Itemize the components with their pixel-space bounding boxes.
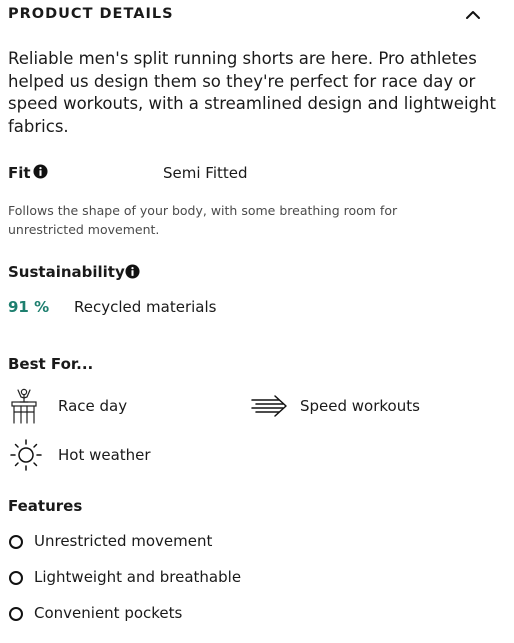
feature-label: Unrestricted movement xyxy=(34,532,213,550)
bullet-ring-icon xyxy=(9,571,23,585)
speed-arrow-icon xyxy=(251,395,287,417)
chevron-up-icon[interactable] xyxy=(464,6,482,24)
recycled-percent: 91 % xyxy=(8,298,50,316)
fit-label: Fit xyxy=(8,164,31,182)
best-for-item-label: Hot weather xyxy=(58,446,151,464)
best-for-race-day: Race day xyxy=(8,388,228,424)
feature-label: Lightweight and breathable xyxy=(34,568,242,586)
bullet-ring-icon xyxy=(9,607,23,621)
info-icon[interactable] xyxy=(125,264,140,279)
sustainability-label: Sustainability xyxy=(8,263,125,281)
section-title: PRODUCT DETAILS xyxy=(8,6,174,22)
recycled-materials-text: Recycled materials xyxy=(74,298,217,316)
best-for-hot-weather: Hot weather xyxy=(8,437,228,473)
best-for-item-label: Race day xyxy=(58,397,128,415)
sun-icon xyxy=(10,439,42,471)
fit-value: Semi Fitted xyxy=(163,164,248,182)
best-for-item-label: Speed workouts xyxy=(300,397,420,415)
product-details-header[interactable]: PRODUCT DETAILS xyxy=(8,4,486,26)
product-details-panel: PRODUCT DETAILS Reliable men's split run… xyxy=(0,0,514,643)
best-for-speed-workouts: Speed workouts xyxy=(250,388,470,424)
info-icon[interactable] xyxy=(33,164,48,179)
best-for-label: Best For... xyxy=(8,355,94,373)
features-label: Features xyxy=(8,497,83,515)
feature-label: Convenient pockets xyxy=(34,604,183,622)
race-day-icon xyxy=(11,388,37,424)
fit-description: Follows the shape of your body, with som… xyxy=(8,203,398,237)
product-description: Reliable men's split running shorts are … xyxy=(8,49,496,136)
bullet-ring-icon xyxy=(9,535,23,549)
